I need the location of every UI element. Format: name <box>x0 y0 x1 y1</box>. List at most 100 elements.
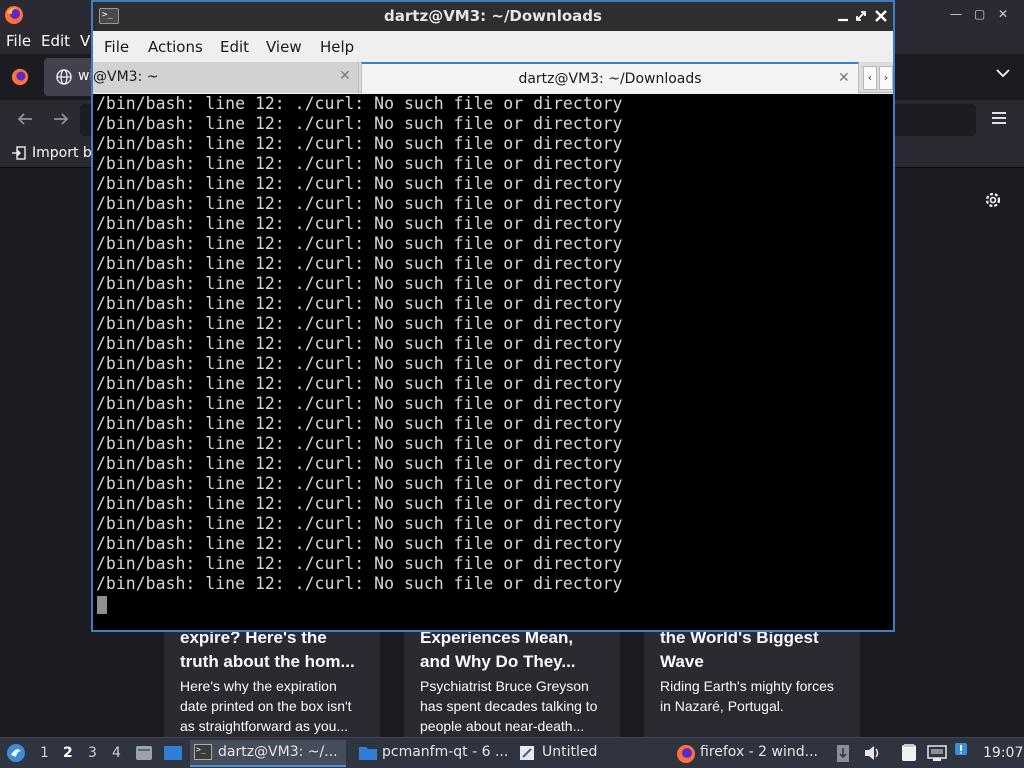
close-tab-icon[interactable]: ✕ <box>339 68 351 84</box>
terminal-output-line: /bin/bash: line 12: ./curl: No such file… <box>96 534 623 553</box>
close-tab-icon[interactable]: ✕ <box>838 70 850 86</box>
terminal-output-line: /bin/bash: line 12: ./curl: No such file… <box>96 94 623 113</box>
terminal-output-line: /bin/bash: line 12: ./curl: No such file… <box>96 294 623 313</box>
terminal-output-line: /bin/bash: line 12: ./curl: No such file… <box>96 274 623 293</box>
back-icon[interactable] <box>16 110 34 128</box>
task-text-editor[interactable]: Untitled <box>514 740 664 767</box>
story-description: Riding Earth's mighty forces in Nazaré, P… <box>660 678 834 714</box>
terminal-output-line: /bin/bash: line 12: ./curl: No such file… <box>96 234 623 253</box>
story-title-line: Wave <box>660 652 704 671</box>
terminal-output-line: /bin/bash: line 12: ./curl: No such file… <box>96 474 623 493</box>
gear-icon[interactable] <box>983 190 1003 210</box>
workspace-2[interactable]: 2 <box>63 745 73 761</box>
terminal-output-line: /bin/bash: line 12: ./curl: No such file… <box>96 354 623 373</box>
story-card[interactable]: expire? Here's the truth about the hom..… <box>164 620 380 740</box>
terminal-window: >_ dartz@VM3: ~/Downloads File Actions E… <box>91 0 895 632</box>
task-file-manager[interactable]: pcmanfm-qt - 6 ... <box>354 740 510 767</box>
terminal-output-line: /bin/bash: line 12: ./curl: No such file… <box>96 134 623 153</box>
terminal-output-lines: /bin/bash: line 12: ./curl: No such file… <box>96 94 623 594</box>
terminal-output-line: /bin/bash: line 12: ./curl: No such file… <box>96 154 623 173</box>
firefox-view-icon[interactable] <box>11 68 29 86</box>
terminal-output-line: /bin/bash: line 12: ./curl: No such file… <box>96 374 623 393</box>
clock[interactable]: 19:07 <box>983 745 1023 761</box>
hamburger-menu-icon[interactable] <box>991 111 1007 125</box>
start-menu-icon[interactable] <box>6 743 26 763</box>
task-label: dartz@VM3: ~/... <box>218 744 338 760</box>
terminal-titlebar[interactable]: >_ dartz@VM3: ~/Downloads <box>93 2 893 31</box>
terminal-output-line: /bin/bash: line 12: ./curl: No such file… <box>96 494 623 513</box>
folder-icon <box>359 747 377 760</box>
menu-view[interactable]: View <box>266 38 302 56</box>
show-desktop-icon[interactable] <box>163 744 183 762</box>
terminal-window-title: dartz@VM3: ~/Downloads <box>384 7 602 25</box>
terminal-output-line: /bin/bash: line 12: ./curl: No such file… <box>96 314 623 333</box>
terminal-output-line: /bin/bash: line 12: ./curl: No such file… <box>96 254 623 273</box>
menu-help[interactable]: Help <box>320 38 354 56</box>
clipboard-icon[interactable] <box>836 743 850 763</box>
terminal-output-line: /bin/bash: line 12: ./curl: No such file… <box>96 334 623 353</box>
workspace-3[interactable]: 3 <box>88 745 97 761</box>
terminal-cursor <box>97 596 107 614</box>
chevron-down-icon[interactable] <box>996 68 1010 78</box>
terminal-tab-label: dartz@VM3: ~/Downloads <box>518 71 702 87</box>
terminal-output-line: /bin/bash: line 12: ./curl: No such file… <box>96 554 623 573</box>
terminal-tab[interactable]: @VM3: ~ ✕ <box>93 62 359 93</box>
minimize-icon[interactable]: — <box>950 7 962 21</box>
terminal-output-line: /bin/bash: line 12: ./curl: No such file… <box>96 574 623 593</box>
minimize-icon[interactable] <box>835 8 851 24</box>
terminal-output-line: /bin/bash: line 12: ./curl: No such file… <box>96 174 623 193</box>
workspace-4[interactable]: 4 <box>112 745 121 761</box>
story-description: Here's why the expiration date printed on… <box>180 678 352 734</box>
terminal-output-line: /bin/bash: line 12: ./curl: No such file… <box>96 214 623 233</box>
tab-scroll-left-icon[interactable]: ‹ <box>863 66 877 90</box>
terminal-tabbar: @VM3: ~ ✕ dartz@VM3: ~/Downloads ✕ ‹ › <box>93 62 893 93</box>
terminal-menubar: File Actions Edit View Help <box>93 31 893 62</box>
terminal-output-line: /bin/bash: line 12: ./curl: No such file… <box>96 434 623 453</box>
globe-icon <box>56 69 72 85</box>
menu-file[interactable]: File <box>104 38 129 56</box>
tab-scroll-right-icon[interactable]: › <box>879 66 893 90</box>
terminal-output-line: /bin/bash: line 12: ./curl: No such file… <box>96 194 623 213</box>
story-title-line: truth about the hom... <box>180 652 355 671</box>
close-icon[interactable]: ✕ <box>998 7 1008 21</box>
terminal-output-line: /bin/bash: line 12: ./curl: No such file… <box>96 114 623 133</box>
terminal-tab-label: @VM3: ~ <box>93 69 159 85</box>
text-editor-icon <box>520 746 534 760</box>
firefox-icon <box>677 745 695 763</box>
workspace-1[interactable]: 1 <box>40 745 49 761</box>
menu-file[interactable]: File <box>6 32 31 50</box>
maximize-icon[interactable]: ▢ <box>974 7 985 21</box>
task-firefox[interactable]: firefox - 2 wind... <box>672 740 828 767</box>
network-icon[interactable] <box>927 744 947 762</box>
import-bookmarks-button[interactable]: Import b <box>12 145 92 161</box>
task-label: firefox - 2 wind... <box>700 744 818 760</box>
terminal-output-line: /bin/bash: line 12: ./curl: No such file… <box>96 454 623 473</box>
terminal-icon: >_ <box>194 744 212 760</box>
taskbar: 1 2 3 4 >_ dartz@VM3: ~/... pcmanfm-qt -… <box>0 737 1024 768</box>
story-card[interactable]: Experiences Mean, and Why Do They... Psy… <box>404 620 620 740</box>
task-terminal[interactable]: >_ dartz@VM3: ~/... <box>190 740 346 767</box>
terminal-output-line: /bin/bash: line 12: ./curl: No such file… <box>96 414 623 433</box>
task-label: Untitled <box>542 744 598 760</box>
notes-icon[interactable] <box>900 743 918 763</box>
import-icon <box>12 146 26 160</box>
menu-actions[interactable]: Actions <box>148 38 203 56</box>
forward-icon[interactable] <box>52 110 70 128</box>
task-label: pcmanfm-qt - 6 ... <box>382 744 509 760</box>
terminal-output-line: /bin/bash: line 12: ./curl: No such file… <box>96 514 623 533</box>
terminal-tab-active[interactable]: dartz@VM3: ~/Downloads ✕ <box>361 62 859 93</box>
story-title-line: and Why Do They... <box>420 652 576 671</box>
firefox-logo-icon <box>5 6 23 24</box>
file-manager-launcher-icon[interactable] <box>135 744 153 762</box>
maximize-icon[interactable] <box>853 8 869 24</box>
close-icon[interactable] <box>873 8 889 24</box>
terminal-output-line: /bin/bash: line 12: ./curl: No such file… <box>96 394 623 413</box>
menu-edit[interactable]: Edit <box>220 38 249 56</box>
terminal-output[interactable]: /bin/bash: line 12: ./curl: No such file… <box>93 94 893 630</box>
import-bookmarks-label: Import b <box>32 145 92 161</box>
story-card[interactable]: the World's Biggest Wave Riding Earth's … <box>644 620 860 740</box>
story-description: Psychiatrist Bruce Greyson has spent deca… <box>420 678 598 734</box>
menu-edit[interactable]: Edit <box>41 32 70 50</box>
volume-icon[interactable] <box>863 744 881 762</box>
updates-icon[interactable] <box>954 742 968 756</box>
